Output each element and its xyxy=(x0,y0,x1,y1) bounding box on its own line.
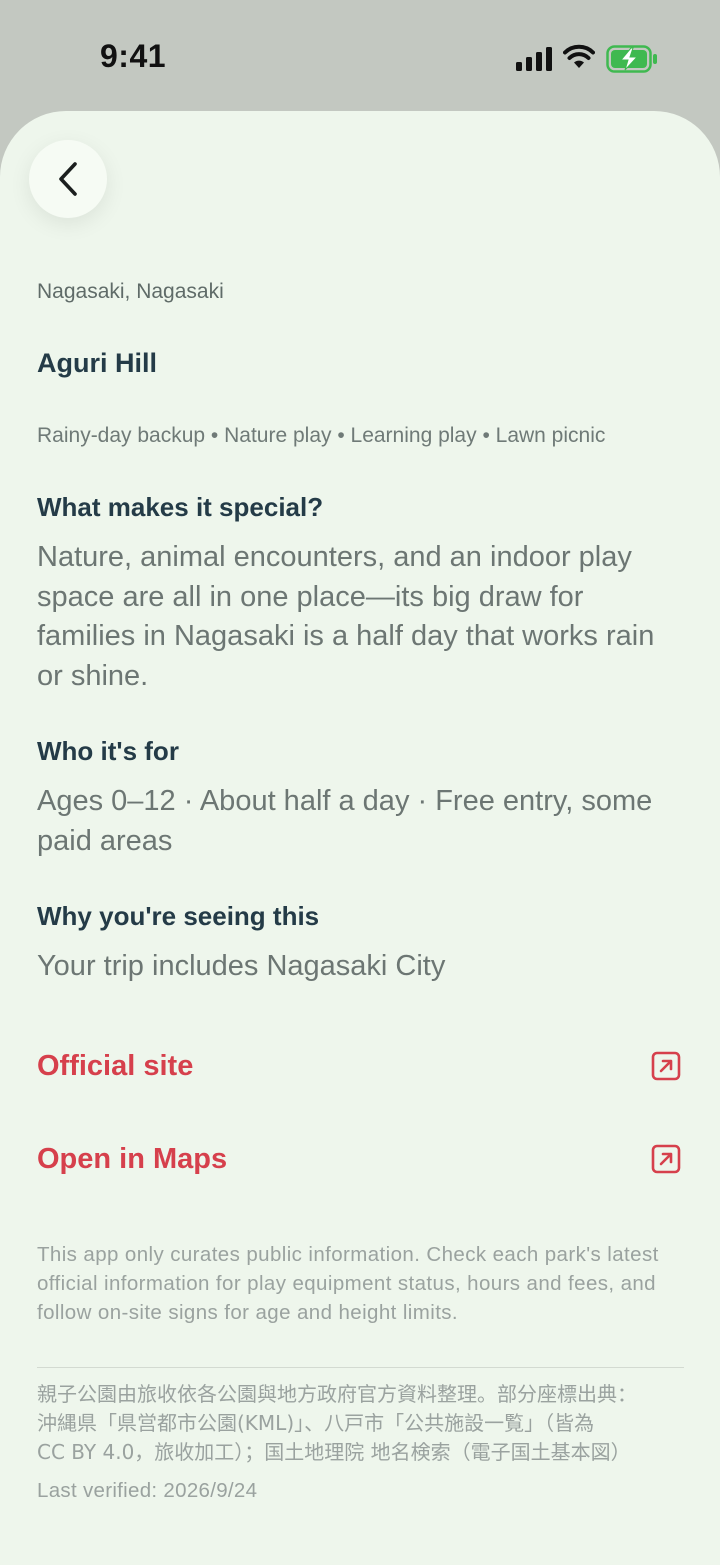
why-body: Your trip includes Nagasaki City xyxy=(37,950,446,982)
external-link-icon xyxy=(651,1144,681,1174)
official-site-label: Official site xyxy=(37,1049,194,1082)
status-bar: 9:41 xyxy=(0,0,720,112)
footer-divider xyxy=(37,1367,684,1368)
special-body: Nature, animal encounters, and an indoor… xyxy=(37,541,655,692)
last-verified: Last verified: 2026/9/24 xyxy=(37,1479,258,1502)
open-in-maps-link[interactable]: Open in Maps xyxy=(37,1129,685,1189)
why-heading: Why you're seeing this xyxy=(37,901,320,931)
status-time: 9:41 xyxy=(100,38,167,74)
battery-charging-icon xyxy=(606,45,657,73)
place-title: Aguri Hill xyxy=(37,348,157,378)
who-heading: Who it's for xyxy=(37,736,179,766)
who-body: Ages 0–12 · About half a day · Free entr… xyxy=(37,785,653,857)
open-in-maps-label: Open in Maps xyxy=(37,1142,228,1175)
official-site-link[interactable]: Official site xyxy=(37,1036,685,1096)
chevron-left-icon xyxy=(59,162,77,196)
signal-icon xyxy=(516,47,552,71)
tag-list: Rainy-day backup • Nature play • Learnin… xyxy=(37,424,606,447)
data-attribution: 親子公園由旅收依各公園與地方政府官方資料整理。部分座標出典： 沖縄県「県営都市公… xyxy=(37,1382,637,1464)
special-heading: What makes it special? xyxy=(37,492,324,522)
back-button[interactable] xyxy=(29,140,107,218)
disclaimer-text: This app only curates public information… xyxy=(37,1243,659,1324)
wifi-icon xyxy=(563,44,595,68)
location-label: Nagasaki, Nagasaki xyxy=(37,280,224,303)
external-link-icon xyxy=(651,1051,681,1081)
screen: 9:41 Nagasaki, Nagasaki Aguri Hill Rainy… xyxy=(0,0,720,1565)
